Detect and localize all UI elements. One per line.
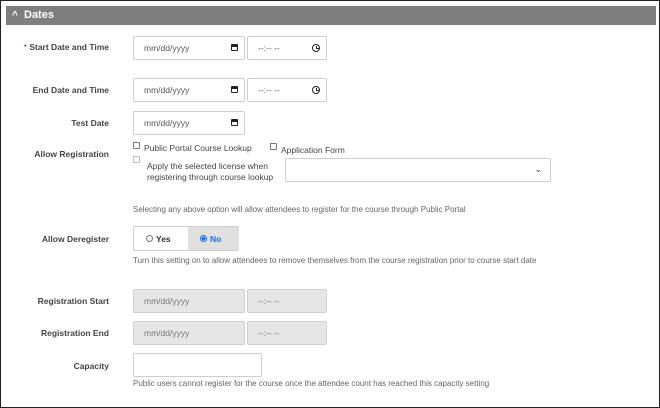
public-portal-label: Public Portal Course Lookup (144, 143, 252, 153)
deregister-no-option[interactable]: No (188, 227, 239, 250)
start-time-input[interactable]: --:-- -- (247, 36, 327, 60)
registration-start-time: --:-- -- (247, 289, 327, 313)
registration-end-date: mm/dd/yyyy (133, 321, 245, 345)
capacity-help: Public users cannot register for the cou… (133, 379, 490, 388)
page-frame: ^ Dates * Start Date and Time mm/dd/yyyy… (0, 0, 660, 408)
test-date-input[interactable]: mm/dd/yyyy (133, 111, 245, 135)
deregister-yes-option[interactable]: Yes (134, 227, 188, 250)
registration-help: Selecting any above option will allow at… (133, 205, 466, 214)
calendar-icon[interactable] (231, 44, 238, 51)
application-form-checkbox[interactable] (270, 143, 277, 150)
section-header[interactable]: ^ Dates (6, 6, 656, 25)
test-date-label: Test Date (71, 118, 109, 128)
end-date-input[interactable]: mm/dd/yyyy (133, 78, 245, 102)
public-portal-checkbox[interactable] (133, 142, 140, 149)
allow-registration-label: Allow Registration (34, 149, 109, 159)
apply-license-label: Apply the selected license when register… (147, 161, 274, 182)
calendar-icon[interactable] (231, 86, 238, 93)
application-form-label: Application Form (281, 145, 345, 155)
registration-end-time: --:-- -- (247, 321, 327, 345)
end-date-label: End Date and Time (32, 85, 109, 95)
registration-end-label: Registration End (40, 328, 109, 338)
end-time-input[interactable]: --:-- -- (247, 78, 327, 102)
clock-icon[interactable] (312, 86, 320, 94)
capacity-input[interactable] (133, 353, 262, 377)
no-radio[interactable] (200, 235, 207, 242)
capacity-label: Capacity (73, 361, 109, 371)
deregister-help: Turn this setting on to allow attendees … (133, 256, 537, 265)
registration-start-label: Registration Start (37, 296, 109, 306)
registration-start-date: mm/dd/yyyy (133, 289, 245, 313)
allow-deregister-label: Allow Deregister (41, 234, 109, 244)
deregister-toggle[interactable]: Yes No (133, 226, 239, 251)
chevron-up-icon[interactable]: ^ (12, 6, 18, 25)
apply-license-checkbox[interactable] (133, 156, 140, 163)
calendar-icon[interactable] (231, 119, 238, 126)
license-select[interactable]: ⌄ (285, 158, 551, 182)
yes-radio[interactable] (146, 235, 153, 242)
section-title: Dates (24, 9, 54, 21)
chevron-down-icon: ⌄ (534, 164, 542, 174)
start-date-input[interactable]: mm/dd/yyyy (133, 36, 245, 60)
start-date-label: * Start Date and Time (23, 42, 109, 52)
clock-icon[interactable] (312, 44, 320, 52)
